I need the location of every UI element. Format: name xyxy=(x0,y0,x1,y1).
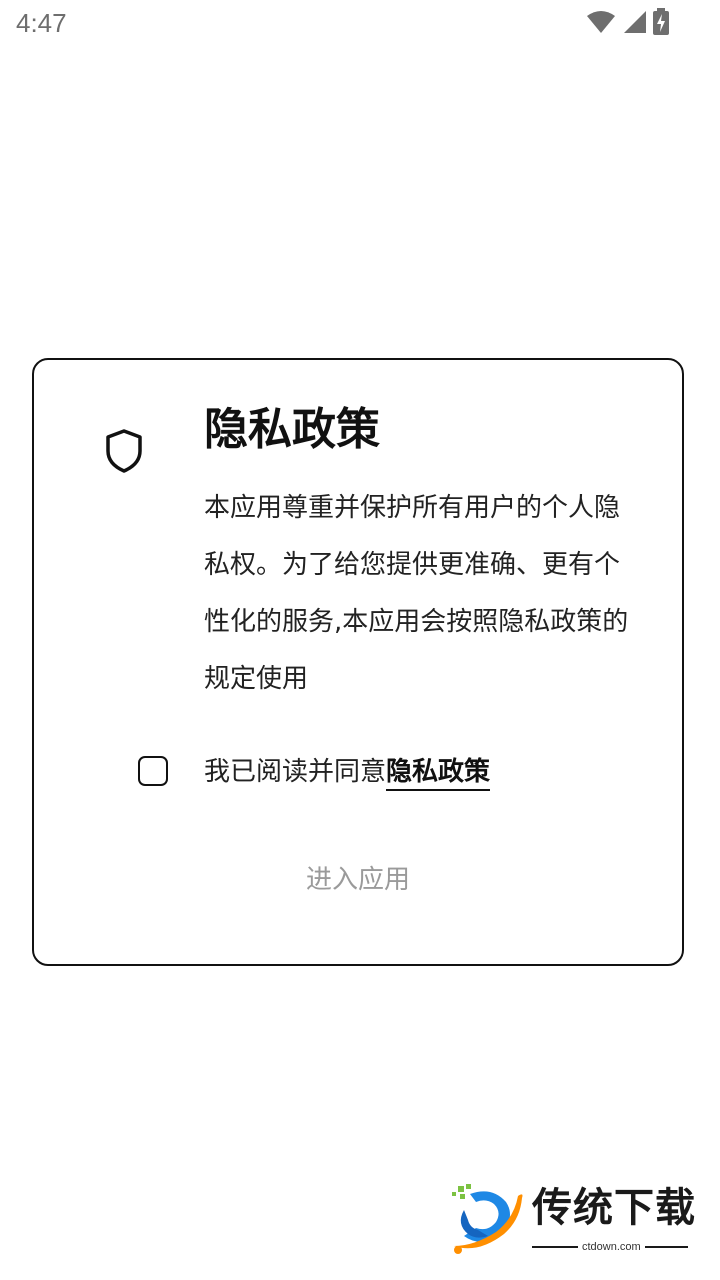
shield-icon xyxy=(104,428,144,474)
wifi-icon xyxy=(586,10,616,34)
status-icons xyxy=(586,8,670,36)
cell-signal-icon xyxy=(622,10,646,34)
battery-charging-icon xyxy=(652,8,670,36)
watermark: 传统下载 ctdown.com xyxy=(448,1182,698,1262)
watermark-domain: ctdown.com xyxy=(578,1240,645,1254)
watermark-name: 传统下载 xyxy=(532,1185,696,1231)
privacy-dialog: 隐私政策 本应用尊重并保护所有用户的个人隐私权。为了给您提供更准确、更有个性化的… xyxy=(32,358,684,966)
status-time: 4:47 xyxy=(16,8,67,38)
consent-checkbox[interactable] xyxy=(138,756,168,786)
consent-row: 我已阅读并同意隐私政策 xyxy=(204,754,491,791)
privacy-policy-link[interactable]: 隐私政策 xyxy=(386,757,491,791)
dialog-body: 本应用尊重并保护所有用户的个人隐私权。为了给您提供更准确、更有个性化的服务,本应… xyxy=(204,493,629,694)
status-bar: 4:47 xyxy=(0,0,720,48)
watermark-logo-icon xyxy=(448,1184,526,1256)
enter-app-button[interactable]: 进入应用 xyxy=(34,860,682,900)
dialog-title: 隐私政策 xyxy=(204,404,380,455)
consent-label: 我已阅读并同意 xyxy=(204,757,387,787)
